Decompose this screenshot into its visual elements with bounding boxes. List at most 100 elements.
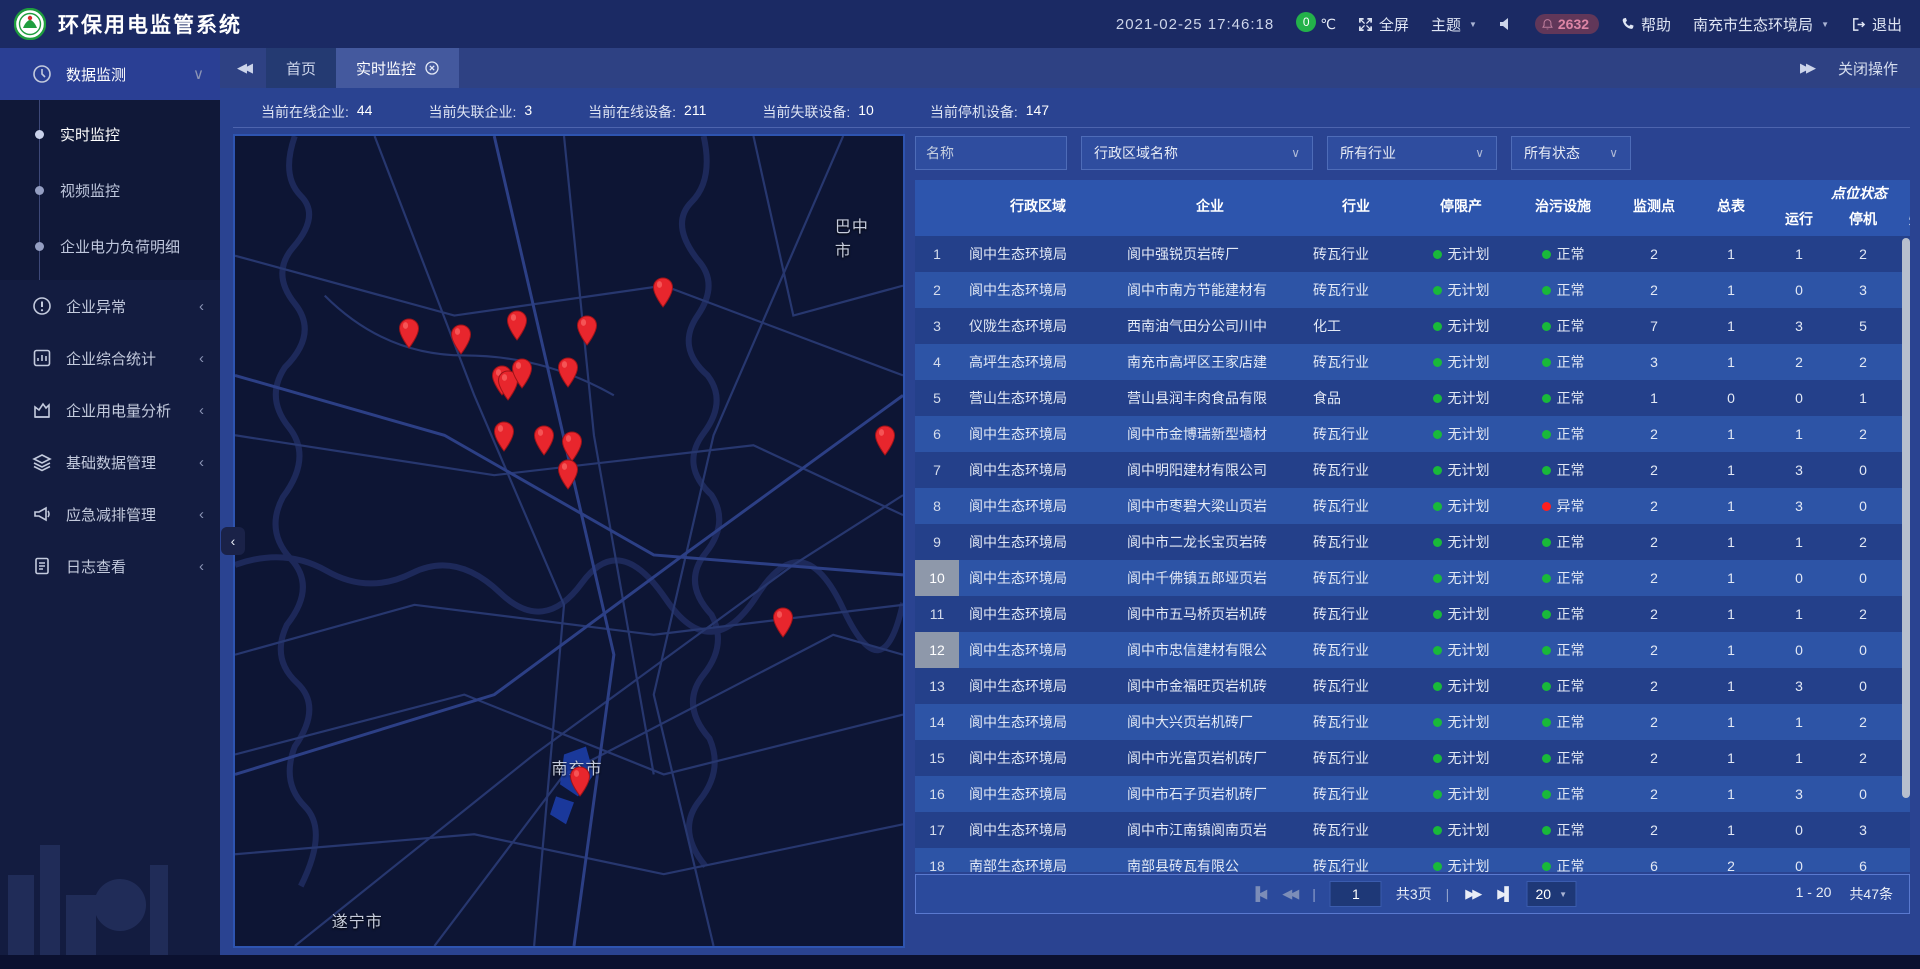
map-pin[interactable] — [872, 424, 898, 458]
help-button[interactable]: 帮助 — [1621, 14, 1671, 35]
next-page-button[interactable]: ▶▶ — [1463, 886, 1481, 902]
cell-facility: 正常 — [1513, 784, 1613, 804]
stat-label: 当前在线企业: — [261, 102, 349, 122]
tab-实时监控[interactable]: 实时监控 — [336, 48, 459, 88]
sidebar-item-label: 企业异常 — [66, 296, 126, 317]
theme-button[interactable]: 主题 ▼ — [1431, 14, 1477, 35]
map-pin[interactable] — [650, 276, 676, 310]
map-pin[interactable] — [491, 420, 517, 454]
map-panel[interactable]: ‹ — [233, 134, 905, 948]
map-pin[interactable] — [396, 317, 422, 351]
page-size-select[interactable]: 20 ▼ — [1527, 881, 1577, 907]
tabs-scroll-left-button[interactable]: ◀◀ — [220, 48, 266, 88]
status-dot-icon — [1542, 502, 1551, 511]
organization-menu[interactable]: 南充市生态环境局 ▼ — [1693, 14, 1829, 35]
sidebar-item-应急减排管理[interactable]: 应急减排管理‹ — [0, 488, 220, 540]
sidebar-item-企业异常[interactable]: 企业异常‹ — [0, 280, 220, 332]
map-collapse-button[interactable]: ‹ — [221, 527, 245, 555]
cell-run: 0 — [1767, 858, 1831, 872]
cell-company: 阆中市石子页岩机砖厂 — [1117, 784, 1303, 804]
map-pin[interactable] — [448, 323, 474, 357]
map-pin[interactable] — [567, 765, 593, 799]
table-row[interactable]: 5营山生态环境局营山县润丰肉食品有限食品无计划正常10010 — [915, 380, 1910, 416]
table-row[interactable]: 8阆中生态环境局阆中市枣碧大梁山页岩砖瓦行业无计划异常21300 — [915, 488, 1910, 524]
logout-button[interactable]: 退出 — [1851, 14, 1902, 35]
name-filter-input[interactable] — [915, 136, 1067, 170]
cell-total: 1 — [1695, 462, 1767, 478]
sidebar-item-日志查看[interactable]: 日志查看‹ — [0, 540, 220, 592]
last-page-button[interactable]: ▶▌ — [1495, 886, 1512, 902]
table-row[interactable]: 9阆中生态环境局阆中市二龙长宝页岩砖砖瓦行业无计划正常21120 — [915, 524, 1910, 560]
map-pin[interactable] — [531, 424, 557, 458]
close-icon[interactable] — [424, 61, 439, 76]
table-row[interactable]: 3仪陇生态环境局西南油气田分公司川中化工无计划正常71350 — [915, 308, 1910, 344]
map-pin[interactable] — [555, 458, 581, 492]
submenu-item-视频监控[interactable]: 视频监控 — [0, 162, 220, 218]
table-row[interactable]: 16阆中生态环境局阆中市石子页岩机砖厂砖瓦行业无计划正常21300 — [915, 776, 1910, 812]
submenu: 实时监控视频监控企业电力负荷明细 — [0, 100, 220, 280]
map-pin[interactable] — [770, 606, 796, 640]
tabs-scroll-right-button[interactable]: ▶▶ — [1800, 60, 1812, 76]
submenu-item-实时监控[interactable]: 实时监控 — [0, 106, 220, 162]
table-row[interactable]: 12阆中生态环境局阆中市忠信建材有限公砖瓦行业无计划正常21003 — [915, 632, 1910, 668]
cell-run: 0 — [1767, 642, 1831, 658]
col-lost: 失联 — [1895, 209, 1910, 229]
cell-facility: 正常 — [1513, 460, 1613, 480]
map-pin[interactable] — [504, 309, 530, 343]
table-row[interactable]: 14阆中生态环境局阆中大兴页岩机砖厂砖瓦行业无计划正常21120 — [915, 704, 1910, 740]
cell-total: 1 — [1695, 606, 1767, 622]
table-row[interactable]: 4高坪生态环境局南充市高坪区王家店建砖瓦行业无计划正常31220 — [915, 344, 1910, 380]
cell-total: 1 — [1695, 246, 1767, 262]
tab-首页[interactable]: 首页 — [266, 48, 336, 88]
first-page-button[interactable]: ▐◀ — [1249, 886, 1266, 902]
notifications-button[interactable]: 2632 — [1535, 14, 1599, 34]
filter-bar: 行政区域名称 ∨ 所有行业 ∨ 所有状态 ∨ — [915, 136, 1910, 170]
logout-label: 退出 — [1872, 14, 1902, 35]
map-pin[interactable] — [555, 356, 581, 390]
table-row[interactable]: 7阆中生态环境局阆中明阳建材有限公司砖瓦行业无计划正常21300 — [915, 452, 1910, 488]
mute-button[interactable] — [1499, 17, 1513, 31]
table-row[interactable]: 10阆中生态环境局阆中千佛镇五郎垭页岩砖瓦行业无计划正常21003 — [915, 560, 1910, 596]
cell-industry: 砖瓦行业 — [1303, 676, 1409, 696]
stat-value: 3 — [524, 102, 532, 122]
status-filter-select[interactable]: 所有状态 ∨ — [1511, 136, 1631, 170]
cell-facility: 正常 — [1513, 856, 1613, 872]
cell-facility: 正常 — [1513, 604, 1613, 624]
map-pin[interactable] — [509, 357, 535, 391]
sidebar-item-基础数据管理[interactable]: 基础数据管理‹ — [0, 436, 220, 488]
table-row[interactable]: 15阆中生态环境局阆中市光富页岩机砖厂砖瓦行业无计划正常21120 — [915, 740, 1910, 776]
region-filter-select[interactable]: 行政区域名称 ∨ — [1081, 136, 1313, 170]
chevron-left-icon: ‹ — [199, 350, 204, 367]
sidebar-item-企业综合统计[interactable]: 企业综合统计‹ — [0, 332, 220, 384]
status-dot-icon — [1542, 826, 1551, 835]
cell-points: 2 — [1613, 570, 1695, 586]
sidebar-item-企业用电量分析[interactable]: 企业用电量分析‹ — [0, 384, 220, 436]
facility-label: 正常 — [1557, 820, 1585, 840]
cell-points: 2 — [1613, 426, 1695, 442]
close-operations-button[interactable]: 关闭操作 — [1838, 58, 1898, 79]
status-dot-icon — [1433, 322, 1442, 331]
prev-page-button[interactable]: ◀◀ — [1280, 886, 1298, 902]
industry-filter-select[interactable]: 所有行业 ∨ — [1327, 136, 1497, 170]
status-dot-icon — [1542, 394, 1551, 403]
submenu-item-企业电力负荷明细[interactable]: 企业电力负荷明细 — [0, 218, 220, 274]
page-number-input[interactable] — [1330, 881, 1382, 907]
map-city-label: 遂宁市 — [332, 908, 383, 932]
map-pin[interactable] — [574, 314, 600, 348]
table-row[interactable]: 11阆中生态环境局阆中市五马桥页岩机砖砖瓦行业无计划正常21120 — [915, 596, 1910, 632]
table-scrollbar-thumb[interactable] — [1902, 238, 1910, 798]
table-row[interactable]: 2阆中生态环境局阆中市南方节能建材有砖瓦行业无计划正常21030 — [915, 272, 1910, 308]
sidebar-item-数据监测[interactable]: 数据监测∨ — [0, 48, 220, 100]
status-dot-icon — [1433, 790, 1442, 799]
stats-icon — [32, 348, 52, 368]
table-row[interactable]: 18南部生态环境局南部县砖瓦有限公砖瓦行业无计划正常62060 — [915, 848, 1910, 872]
cell-stop: 2 — [1831, 534, 1895, 550]
table-row[interactable]: 13阆中生态环境局阆中市金福旺页岩机砖砖瓦行业无计划正常21300 — [915, 668, 1910, 704]
status-dot-icon — [1433, 862, 1442, 871]
cell-total: 1 — [1695, 426, 1767, 442]
table-row[interactable]: 1阆中生态环境局阆中强锐页岩砖厂砖瓦行业无计划正常21120 — [915, 236, 1910, 272]
fullscreen-button[interactable]: 全屏 — [1358, 14, 1409, 35]
table-row[interactable]: 17阆中生态环境局阆中市江南镇阆南页岩砖瓦行业无计划正常21030 — [915, 812, 1910, 848]
tab-label: 首页 — [286, 58, 316, 79]
table-row[interactable]: 6阆中生态环境局阆中市金博瑞新型墙材砖瓦行业无计划正常21120 — [915, 416, 1910, 452]
